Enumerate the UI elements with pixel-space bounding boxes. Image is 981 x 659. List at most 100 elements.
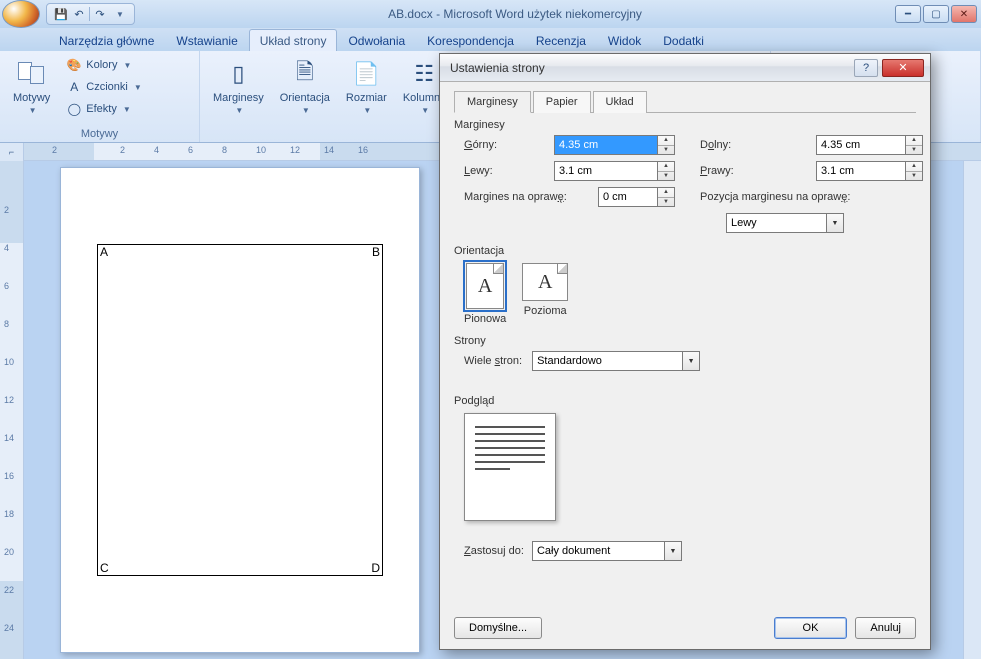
ruler-h-tick: 16 [358,145,368,155]
margins-icon: ▯ [222,58,254,90]
section-preview-label: Podgląd [454,395,916,407]
ruler-h-tick: 4 [154,145,159,155]
ruler-h-tick: 2 [120,145,125,155]
window-controls: ━ ▢ ✕ [895,5,977,23]
preview-box [464,413,556,521]
window-title: AB.docx - Microsoft Word użytek niekomer… [135,7,895,21]
dialog-tab-papier[interactable]: Papier [533,91,591,113]
ruler-h-tick: 2 [52,145,57,155]
ribbon-tab-narzędzia-główne[interactable]: Narzędzia główne [48,29,165,51]
ribbon-tab-układ-strony[interactable]: Układ strony [249,29,338,51]
ruler-corner[interactable]: ⌐ [0,143,24,161]
ribbon-group-themes: Motywy ▼ 🎨Kolory▼ ACzcionki▼ ◯Efekty▼ Mo… [0,51,200,142]
ribbon-tab-odwołania[interactable]: Odwołania [337,29,416,51]
bottom-margin-input[interactable] [816,135,906,155]
corner-c: C [100,561,109,575]
ruler-h-tick: 10 [256,145,266,155]
defaults-button[interactable]: Domyślne... [454,617,542,639]
top-margin-input[interactable] [554,135,658,155]
ok-button[interactable]: OK [774,617,848,639]
orientation-label: Orientacja [280,92,330,104]
theme-effects-label: Efekty [86,103,117,115]
font-icon: A [66,79,82,95]
multi-pages-combo[interactable]: ▼ [532,351,700,371]
page: A B C D [60,167,420,653]
close-button[interactable]: ✕ [951,5,977,23]
bottom-margin-spinner[interactable]: ▲▼ [906,135,923,155]
qa-customize-button[interactable]: ▼ [112,6,128,22]
dialog-close-button[interactable]: ✕ [882,59,924,77]
landscape-label: Pozioma [524,305,567,317]
ruler-v-tick: 8 [4,319,9,329]
dialog-tabs: MarginesyPapierUkład [454,90,916,113]
ruler-v-tick: 20 [4,547,14,557]
ribbon-group-themes-title: Motywy [0,128,199,140]
orientation-portrait[interactable]: A Pionowa [464,263,506,325]
corner-a: A [100,245,108,259]
top-label: Górny: [464,139,554,151]
theme-effects-button[interactable]: ◯Efekty▼ [61,99,147,119]
chevron-down-icon[interactable]: ▼ [683,351,700,371]
ribbon-tab-recenzja[interactable]: Recenzja [525,29,597,51]
qa-undo-button[interactable]: ↶ [71,6,87,22]
apply-to-value [532,541,665,561]
margins-button[interactable]: ▯Marginesy▼ [208,55,269,118]
portrait-icon: A [466,263,504,309]
ribbon-tab-wstawianie[interactable]: Wstawianie [165,29,248,51]
ruler-v-tick: 10 [4,357,14,367]
theme-colors-label: Kolory [86,59,117,71]
top-margin-spinner[interactable]: ▲▼ [658,135,675,155]
ruler-v-tick: 22 [4,585,14,595]
theme-colors-button[interactable]: 🎨Kolory▼ [61,55,147,75]
orientation-landscape[interactable]: A Pozioma [522,263,568,325]
minimize-button[interactable]: ━ [895,5,921,23]
scrollbar-vertical[interactable] [963,161,981,659]
columns-icon: ☷ [408,58,440,90]
right-margin-input[interactable] [816,161,906,181]
themes-icon [16,58,48,90]
office-button[interactable] [2,0,40,28]
themes-button[interactable]: Motywy ▼ [8,55,55,118]
gutter-spinner[interactable]: ▲▼ [658,187,675,207]
corner-d: D [371,561,380,575]
cancel-button[interactable]: Anuluj [855,617,916,639]
chevron-down-icon[interactable]: ▼ [827,213,844,233]
size-button[interactable]: 📄Rozmiar▼ [341,55,392,118]
apply-to-combo[interactable]: ▼ [532,541,682,561]
section-margins-label: Marginesy [454,119,916,131]
effects-icon: ◯ [66,101,82,117]
maximize-button[interactable]: ▢ [923,5,949,23]
ribbon-tab-korespondencja[interactable]: Korespondencja [416,29,525,51]
ruler-v-tick: 14 [4,433,14,443]
chevron-down-icon[interactable]: ▼ [665,541,682,561]
qa-redo-button[interactable]: ↷ [92,6,108,22]
ribbon-tab-widok[interactable]: Widok [597,29,652,51]
ruler-vertical[interactable]: 24681012141618202224 [0,161,24,659]
right-margin-spinner[interactable]: ▲▼ [906,161,923,181]
size-label: Rozmiar [346,92,387,104]
theme-fonts-button[interactable]: ACzcionki▼ [61,77,147,97]
size-icon: 📄 [350,58,382,90]
margins-form: Górny: ▲▼ Dolny: ▲▼ Lewy: ▲▼ Prawy: ▲▼ M… [464,135,916,233]
dialog-footer: Domyślne... OK Anuluj [454,617,916,639]
dialog-tab-układ[interactable]: Układ [593,91,647,113]
theme-fonts-label: Czcionki [86,81,128,93]
gutter-pos-value [726,213,827,233]
dialog-help-button[interactable]: ? [854,59,878,77]
ruler-h-tick: 14 [324,145,334,155]
ruler-v-tick: 16 [4,471,14,481]
qa-separator [89,7,90,21]
orientation-button[interactable]: 🗎Orientacja▼ [275,55,335,118]
qa-save-button[interactable]: 💾 [53,6,69,22]
landscape-icon: A [522,263,568,301]
left-margin-input[interactable] [554,161,658,181]
gutter-pos-combo[interactable]: ▼ [726,213,844,233]
ribbon-tab-dodatki[interactable]: Dodatki [652,29,715,51]
bottom-label: Dolny: [686,139,816,151]
left-margin-spinner[interactable]: ▲▼ [658,161,675,181]
dialog-titlebar[interactable]: Ustawienia strony ? ✕ [440,54,930,82]
dialog-tab-marginesy[interactable]: Marginesy [454,91,531,113]
left-label: Lewy: [464,165,554,177]
gutter-input[interactable] [598,187,658,207]
ribbon-tabs: Narzędzia główneWstawianieUkład stronyOd… [0,28,981,51]
